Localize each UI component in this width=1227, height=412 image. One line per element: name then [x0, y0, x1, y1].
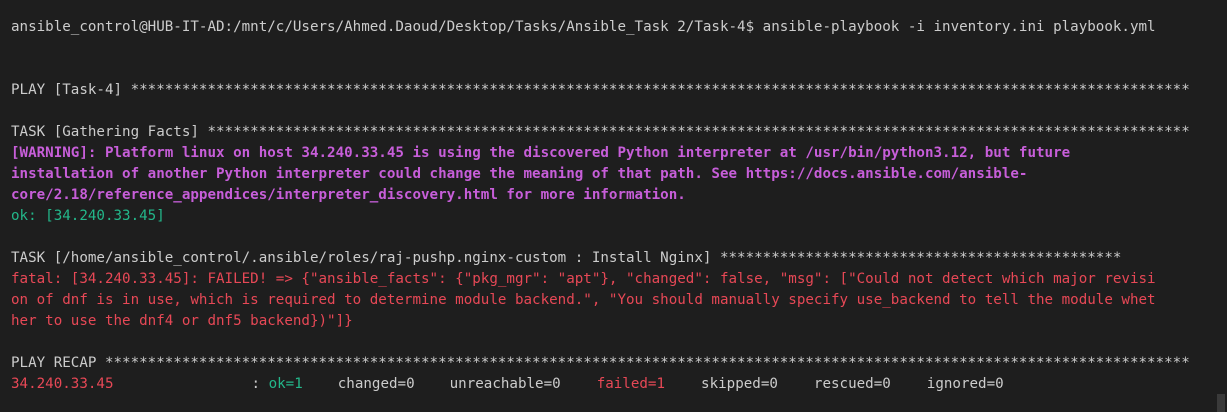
recap-failed: failed=1 [596, 376, 666, 392]
vertical-scrollbar[interactable] [1217, 0, 1227, 412]
recap-skipped: skipped=0 [701, 376, 778, 392]
scrollbar-thumb[interactable] [1217, 394, 1225, 412]
recap-separator: : [251, 376, 269, 392]
play-header: PLAY [Task-4] **************************… [11, 82, 1190, 98]
warning-line: installation of another Python interpret… [11, 166, 1028, 182]
terminal-window[interactable]: ansible_control@HUB-IT-AD:/mnt/c/Users/A… [0, 0, 1227, 412]
command-prompt-line: ansible_control@HUB-IT-AD:/mnt/c/Users/A… [11, 19, 1156, 35]
recap-host: 34.240.33.45 [11, 376, 114, 392]
recap-unreachable: unreachable=0 [449, 376, 561, 392]
play-recap-row: 34.240.33.45: ok=1 changed=0 unreachable=0… [11, 374, 1227, 395]
recap-changed: changed=0 [337, 376, 415, 392]
recap-ignored: ignored=0 [926, 376, 1004, 392]
ok-result-line: ok: [34.240.33.45] [11, 208, 165, 224]
warning-line: core/2.18/reference_appendices/interpret… [11, 187, 686, 203]
fatal-error-line: on of dnf is in use, which is required t… [11, 292, 1156, 308]
fatal-error-line: her to use the dnf4 or dnf5 backend})"]} [11, 313, 353, 329]
fatal-error-line: fatal: [34.240.33.45]: FAILED! => {"ansi… [11, 271, 1156, 287]
recap-ok: ok=1 [268, 376, 303, 392]
task-install-nginx-header: TASK [/home/ansible_control/.ansible/rol… [11, 250, 1122, 266]
warning-line: [WARNING]: Platform linux on host 34.240… [11, 145, 1071, 161]
play-recap-header: PLAY RECAP *****************************… [11, 355, 1190, 371]
task-gathering-facts-header: TASK [Gathering Facts] *****************… [11, 124, 1190, 140]
recap-rescued: rescued=0 [813, 376, 891, 392]
